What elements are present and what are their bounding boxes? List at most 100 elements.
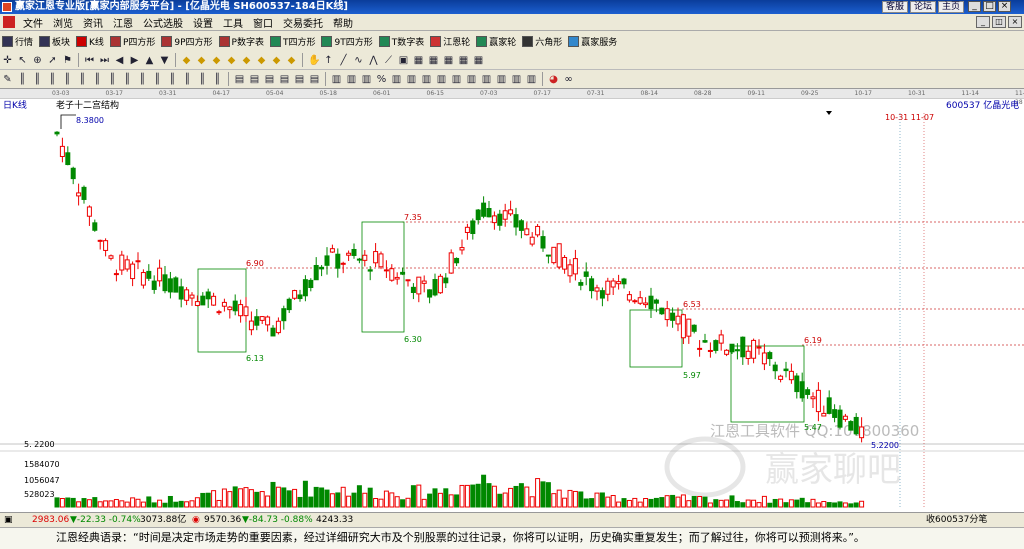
menu-tools[interactable]: 工具 — [218, 15, 248, 30]
pointer-icon[interactable]: ➚ — [47, 55, 58, 66]
bars-icon[interactable]: ║ — [77, 74, 88, 85]
maximize-icon[interactable]: □ — [983, 1, 996, 12]
toolbar-button[interactable]: T四方形 — [268, 35, 320, 48]
menu-info[interactable]: 资讯 — [78, 15, 108, 30]
chart-icon[interactable]: ▥ — [451, 74, 462, 85]
mdi-minimize-icon[interactable]: _ — [976, 16, 990, 28]
grid-icon[interactable]: ▦ — [428, 55, 439, 66]
toolbar-button[interactable]: 六角形 — [520, 35, 566, 48]
toolbar-button[interactable]: P四方形 — [108, 35, 159, 48]
percent-icon[interactable]: % — [376, 74, 387, 85]
bars-icon[interactable]: ║ — [182, 74, 193, 85]
diamond-icon[interactable]: ◆ — [271, 55, 282, 66]
bars-icon[interactable]: ║ — [32, 74, 43, 85]
bars-icon[interactable]: ║ — [212, 74, 223, 85]
menu-help[interactable]: 帮助 — [328, 15, 358, 30]
menu-gann[interactable]: 江恩 — [108, 15, 138, 30]
diamond-icon[interactable]: ◆ — [241, 55, 252, 66]
close-icon[interactable]: × — [998, 1, 1011, 12]
box-icon[interactable]: ▣ — [398, 55, 409, 66]
bars-icon[interactable]: ║ — [167, 74, 178, 85]
minimize-icon[interactable]: _ — [968, 1, 981, 12]
mdi-restore-icon[interactable]: ◫ — [992, 16, 1006, 28]
last-icon[interactable]: ⏭ — [99, 55, 110, 66]
chart-icon[interactable]: ▥ — [436, 74, 447, 85]
infinity-icon[interactable]: ∞ — [563, 74, 574, 85]
right-icon[interactable]: ▶ — [129, 55, 140, 66]
bars-icon[interactable]: ║ — [92, 74, 103, 85]
bars-icon[interactable]: ║ — [47, 74, 58, 85]
toolbar-button[interactable]: 9T四方形 — [319, 35, 376, 48]
link-service[interactable]: 客服 — [881, 1, 908, 13]
chart-icon[interactable]: ▥ — [466, 74, 477, 85]
toolbar-button[interactable]: 9P四方形 — [159, 35, 216, 48]
chart-icon[interactable]: ▥ — [511, 74, 522, 85]
left-icon[interactable]: ◀ — [114, 55, 125, 66]
table-icon[interactable]: ▤ — [294, 74, 305, 85]
menu-file[interactable]: 文件 — [18, 15, 48, 30]
toolbar-button[interactable]: 行情 — [0, 35, 37, 48]
chart-icon[interactable]: ▥ — [391, 74, 402, 85]
chart-icon[interactable]: ▥ — [496, 74, 507, 85]
bars-icon[interactable]: ║ — [152, 74, 163, 85]
bars-icon[interactable]: ║ — [197, 74, 208, 85]
table-icon[interactable]: ▤ — [234, 74, 245, 85]
first-icon[interactable]: ⏮ — [84, 55, 95, 66]
kline-chart[interactable]: 赢家聊吧 江恩工具软件 QQ:100800360 日K线 老子十二宫结构 600… — [0, 99, 1024, 510]
bars-icon[interactable]: ║ — [17, 74, 28, 85]
toolbar-button[interactable]: 赢家轮 — [474, 35, 520, 48]
toolbar-button[interactable]: 板块 — [37, 35, 74, 48]
fan-icon[interactable]: ⟋ — [383, 55, 394, 66]
menu-settings[interactable]: 设置 — [188, 15, 218, 30]
bars-icon[interactable]: ║ — [122, 74, 133, 85]
zoom-in-icon[interactable]: ⊕ — [32, 55, 43, 66]
bars-icon[interactable]: ║ — [137, 74, 148, 85]
toolbar-button[interactable]: 江恩轮 — [428, 35, 474, 48]
dropdown-icon[interactable] — [826, 111, 832, 115]
curve-icon[interactable]: ∿ — [353, 55, 364, 66]
pie-icon[interactable]: ◕ — [548, 74, 559, 85]
table-icon[interactable]: ▤ — [249, 74, 260, 85]
line-icon[interactable]: ╱ — [338, 55, 349, 66]
chart-icon[interactable]: ▥ — [331, 74, 342, 85]
toolbar-button[interactable]: 赢家服务 — [566, 35, 621, 48]
bars-icon[interactable]: ║ — [107, 74, 118, 85]
diamond-icon[interactable]: ◆ — [211, 55, 222, 66]
menu-trade[interactable]: 交易委托 — [278, 15, 328, 30]
toolbar-button[interactable]: P数字表 — [217, 35, 268, 48]
table-icon[interactable]: ▤ — [309, 74, 320, 85]
table-icon[interactable]: ▤ — [279, 74, 290, 85]
menu-browse[interactable]: 浏览 — [48, 15, 78, 30]
menu-window[interactable]: 窗口 — [248, 15, 278, 30]
diamond-icon[interactable]: ◆ — [181, 55, 192, 66]
chart-icon[interactable]: ▥ — [421, 74, 432, 85]
chart-icon[interactable]: ▥ — [406, 74, 417, 85]
link-forum[interactable]: 论坛 — [909, 1, 936, 13]
up-icon[interactable]: ▲ — [144, 55, 155, 66]
chart-icon[interactable]: ▥ — [346, 74, 357, 85]
chart-icon[interactable]: ▥ — [481, 74, 492, 85]
grid-icon[interactable]: ▦ — [413, 55, 424, 66]
diamond-icon[interactable]: ◆ — [196, 55, 207, 66]
crosshair-icon[interactable]: ✛ — [2, 55, 13, 66]
down-icon[interactable]: ▼ — [159, 55, 170, 66]
pencil-icon[interactable]: ✎ — [2, 74, 13, 85]
mdi-close-icon[interactable]: × — [1008, 16, 1022, 28]
diamond-icon[interactable]: ◆ — [286, 55, 297, 66]
cursor-icon[interactable]: ↖ — [17, 55, 28, 66]
diamond-icon[interactable]: ◆ — [226, 55, 237, 66]
menu-formula[interactable]: 公式选股 — [138, 15, 188, 30]
table-icon[interactable]: ▤ — [264, 74, 275, 85]
grid-icon[interactable]: ▦ — [443, 55, 454, 66]
diamond-icon[interactable]: ◆ — [256, 55, 267, 66]
link-home[interactable]: 主页 — [937, 1, 964, 13]
chart-icon[interactable]: ▥ — [361, 74, 372, 85]
grid-icon[interactable]: ▦ — [473, 55, 484, 66]
grid-icon[interactable]: ▦ — [458, 55, 469, 66]
arrow-up-icon[interactable]: ↑ — [323, 55, 334, 66]
bars-icon[interactable]: ║ — [62, 74, 73, 85]
toolbar-button[interactable]: T数字表 — [377, 35, 429, 48]
zigzag-icon[interactable]: ⋀ — [368, 55, 379, 66]
toolbar-button[interactable]: K线 — [74, 35, 108, 48]
hand-icon[interactable]: ✋ — [308, 55, 320, 66]
